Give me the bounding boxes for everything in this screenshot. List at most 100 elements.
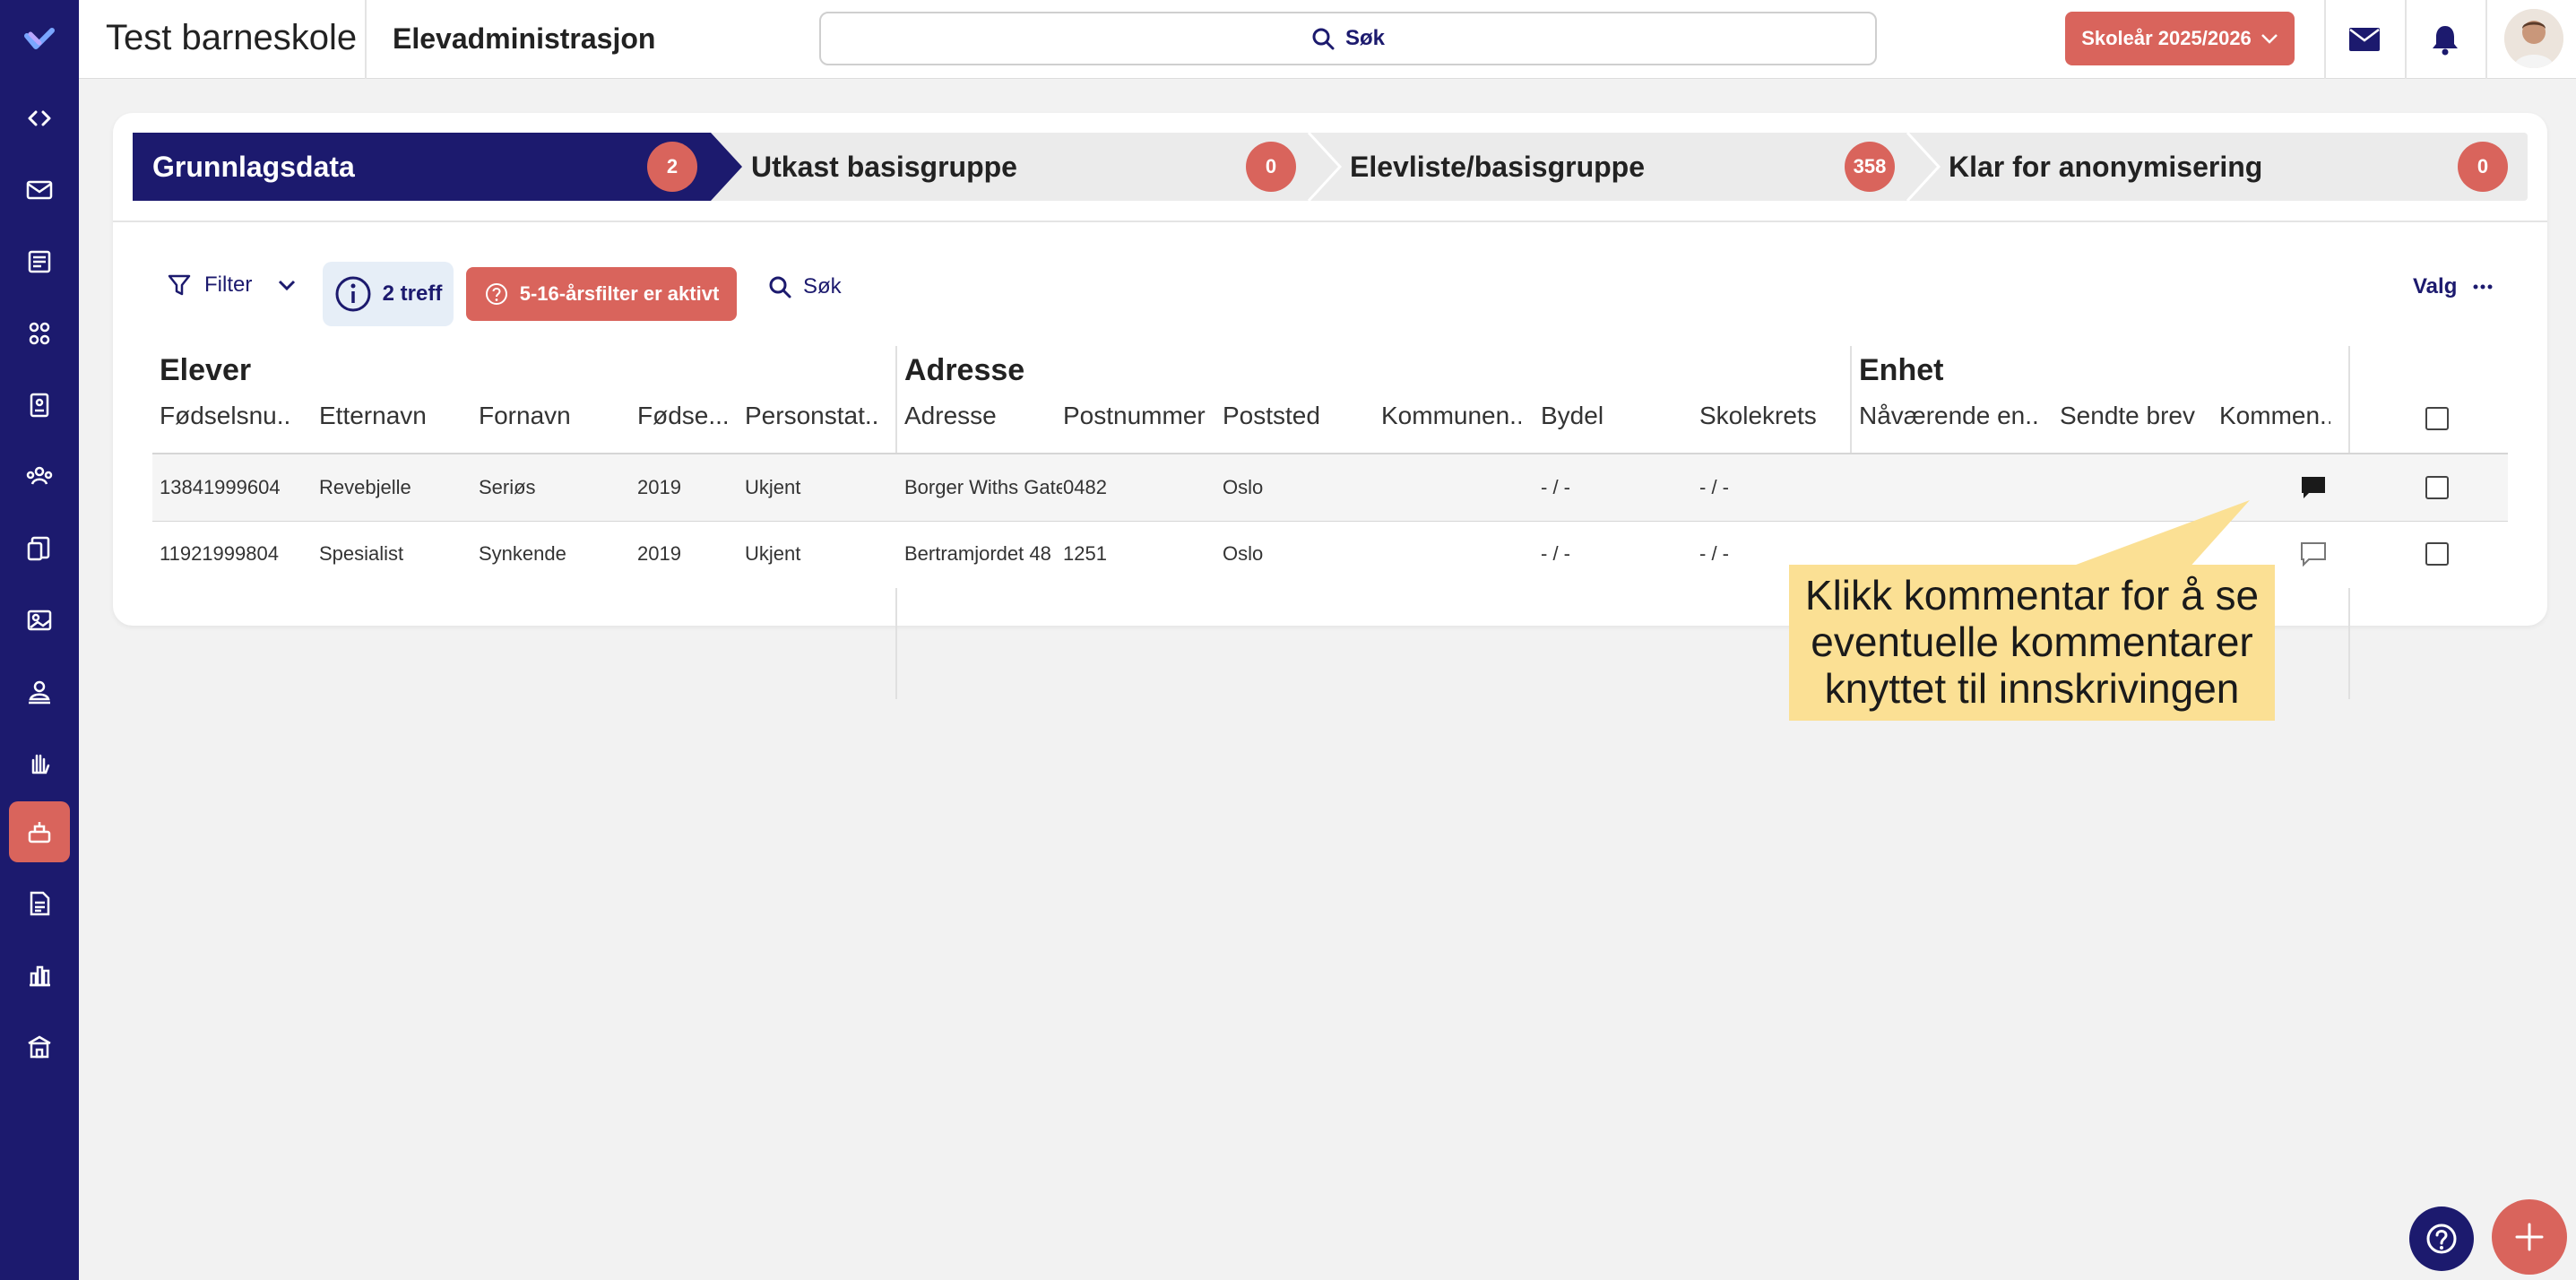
step-elevliste-basisgruppe[interactable]: Elevliste/basisgruppe — [1350, 133, 1645, 201]
tooltip-text: Klikk kommentar for å se eventuelle komm… — [1789, 572, 2275, 712]
cell-personstatus: Ukjent — [745, 476, 801, 498]
step-count-badge: 0 — [1246, 142, 1296, 192]
divider — [365, 0, 367, 79]
column-header[interactable]: Fornavn — [479, 402, 622, 430]
search-icon — [769, 276, 791, 298]
hand-icon[interactable] — [9, 733, 70, 794]
select-all-checkbox[interactable] — [2425, 407, 2449, 430]
cell-personstatus: Ukjent — [745, 542, 801, 565]
report-icon[interactable] — [9, 873, 70, 934]
column-header[interactable]: Kommunen... — [1381, 402, 1521, 430]
divider — [2324, 0, 2326, 79]
step-utkast-basisgruppe[interactable]: Utkast basisgruppe — [751, 133, 1017, 201]
cell-postnummer: 0482 — [1063, 476, 1107, 498]
search-icon — [1312, 28, 1335, 50]
cell-bydel: - / - — [1541, 476, 1570, 498]
options-label: Valg — [2413, 274, 2458, 298]
notifications-icon[interactable] — [2424, 18, 2467, 61]
step-label: Elevliste/basisgruppe — [1350, 150, 1646, 183]
hits-count: 2 treff — [323, 262, 454, 326]
id-card-icon[interactable] — [9, 375, 70, 436]
messages-icon[interactable] — [2343, 18, 2386, 61]
mail-icon[interactable] — [9, 160, 70, 221]
tooltip-line: eventuelle kommentarer — [1811, 618, 2253, 665]
user-upload-icon[interactable] — [9, 662, 70, 722]
top-bar: Test barneskole Elevadministrasjon Søk S… — [79, 0, 2576, 79]
enrollment-icon[interactable] — [9, 801, 70, 862]
info-icon — [335, 276, 371, 312]
comment-filled-icon[interactable] — [2300, 475, 2327, 500]
gallery-icon[interactable] — [9, 590, 70, 651]
school-year-label: Skoleår 2025/2026 — [2081, 27, 2252, 49]
help-button[interactable] — [2409, 1206, 2474, 1271]
age-filter-label: 5-16-årsfilter er aktivt — [519, 282, 720, 305]
cell-etternavn: Revebjelle — [319, 476, 411, 498]
divider — [2405, 0, 2407, 79]
filter-label: Filter — [204, 272, 253, 297]
help-icon — [2426, 1224, 2457, 1254]
row-checkbox[interactable] — [2425, 542, 2449, 566]
groups-icon[interactable] — [9, 303, 70, 364]
step-label: Utkast basisgruppe — [751, 150, 1017, 183]
school-icon[interactable] — [9, 1016, 70, 1077]
chart-icon[interactable] — [9, 945, 70, 1006]
school-year-button[interactable]: Skoleår 2025/2026 — [2065, 12, 2295, 65]
step-label: Grunnlagsdata — [152, 150, 355, 183]
divider — [2485, 0, 2487, 79]
cell-adresse: Borger Withs Gate — [904, 476, 1062, 498]
chevron-down-icon[interactable] — [277, 279, 297, 291]
comment-outline-icon[interactable] — [2300, 541, 2327, 566]
chevron-down-icon — [2260, 34, 2278, 44]
cell-skolekrets: - / - — [1699, 542, 1729, 565]
step-klar-for-anonymisering[interactable]: Klar for anonymisering — [1949, 133, 2262, 201]
team-icon[interactable] — [9, 446, 70, 507]
step-count-badge: 0 — [2458, 142, 2508, 192]
callout-pointer — [2062, 500, 2250, 570]
cell-adresse: Bertramjordet 48 — [904, 542, 1051, 565]
column-header[interactable]: Kommen... — [2219, 402, 2330, 430]
options-button[interactable]: Valg — [2413, 274, 2493, 299]
logo-icon[interactable] — [9, 9, 70, 70]
filter-button[interactable]: Filter — [167, 272, 297, 298]
age-filter-chip[interactable]: 5-16-årsfilter er aktivt — [466, 267, 737, 321]
group-header-elever: Elever — [160, 353, 252, 387]
column-header[interactable]: Sendte brev — [2060, 402, 2212, 430]
column-header[interactable]: Postnummer — [1063, 402, 1206, 430]
column-header[interactable]: Skolekrets — [1699, 402, 1843, 430]
step-count-badge: 2 — [647, 142, 697, 192]
column-header[interactable]: Bydel — [1541, 402, 1684, 430]
step-grunnlagsdata[interactable]: Grunnlagsdata — [152, 133, 355, 201]
avatar[interactable] — [2504, 9, 2563, 68]
group-header-enhet: Enhet — [1859, 353, 1944, 387]
side-rail — [0, 0, 79, 1280]
help-circle-icon — [485, 283, 507, 305]
table-search-button[interactable]: Søk — [767, 274, 842, 299]
tooltip-line: Klikk kommentar for å se — [1804, 572, 2260, 618]
column-header[interactable]: Etternavn — [319, 402, 462, 430]
news-icon[interactable] — [9, 231, 70, 292]
filter-icon — [168, 274, 191, 296]
hits-label: 2 treff — [382, 281, 443, 306]
column-header[interactable]: Fødse... — [637, 402, 727, 430]
module-title: Elevadministrasjon — [393, 22, 656, 55]
cell-fornavn: Seriøs — [479, 476, 536, 498]
column-header[interactable]: Adresse — [904, 402, 1048, 430]
row-checkbox[interactable] — [2425, 476, 2449, 499]
add-button[interactable] — [2492, 1199, 2567, 1275]
column-header[interactable]: Personstat... — [745, 402, 879, 430]
column-header[interactable]: Poststed — [1223, 402, 1366, 430]
tooltip-line: knyttet til innskrivingen — [1824, 665, 2240, 712]
cell-bydel: - / - — [1541, 542, 1570, 565]
divider — [113, 221, 2547, 222]
cell-fodselsar: 2019 — [637, 476, 681, 498]
cell-fodselsar: 2019 — [637, 542, 681, 565]
column-header[interactable]: Nåværende en... — [1859, 402, 2038, 430]
code-icon[interactable] — [9, 88, 70, 149]
global-search-input[interactable]: Søk — [819, 12, 1877, 65]
documents-icon[interactable] — [9, 518, 70, 579]
school-name[interactable]: Test barneskole — [106, 18, 357, 58]
process-steps: Grunnlagsdata 2 Utkast basisgruppe 0 Ele… — [133, 133, 2528, 201]
more-icon — [2473, 284, 2493, 290]
cell-fodselsnummer: 11921999804 — [160, 542, 279, 565]
column-header[interactable]: Fødselsnu... — [160, 402, 289, 430]
